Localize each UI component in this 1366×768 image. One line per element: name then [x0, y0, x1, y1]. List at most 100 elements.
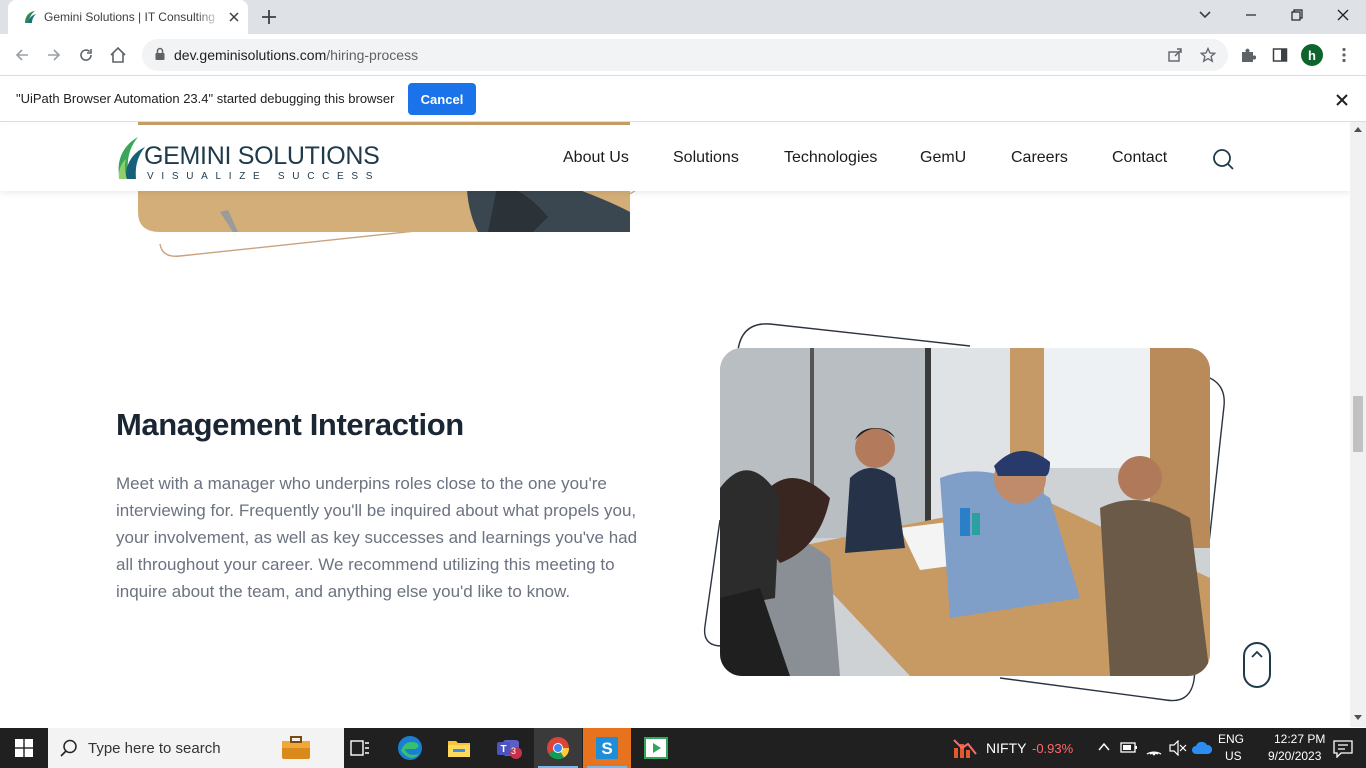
restore-icon: [1291, 9, 1303, 21]
battery-icon[interactable]: [1120, 740, 1138, 754]
puzzle-icon: [1242, 48, 1256, 62]
section-description: Meet with a manager who underpins roles …: [116, 474, 638, 601]
home-icon: [110, 46, 126, 63]
chevron-up-icon[interactable]: [1098, 742, 1110, 752]
volume-muted-icon[interactable]: [1169, 740, 1187, 756]
side-panel-button[interactable]: [1268, 43, 1292, 67]
management-interaction-photo: [700, 320, 1271, 705]
uipath-assistant-taskbar-app[interactable]: [632, 728, 680, 768]
logo-wordmark: GEMINI SOLUTIONS: [144, 142, 380, 170]
url-text[interactable]: dev.geminisolutions.com/hiring-process: [174, 47, 418, 63]
briefcase-icon[interactable]: [280, 736, 312, 760]
gemini-favicon-icon: [25, 11, 36, 23]
teams-icon: T: [497, 740, 522, 759]
file-explorer-taskbar-app[interactable]: [435, 728, 483, 768]
language-indicator-bottom[interactable]: US: [1225, 749, 1242, 763]
tab-search-button[interactable]: [1182, 0, 1228, 30]
teams-taskbar-app[interactable]: T 3: [485, 728, 533, 768]
chrome-icon: [547, 737, 570, 760]
system-tray: NIFTY -0.93% ENG US 12:27 PM 9/20/2023: [940, 728, 1366, 768]
web-page: GEMINI SOLUTIONS VISUALIZE SUCCESS About…: [0, 122, 1350, 727]
page-scrollbar[interactable]: [1350, 122, 1366, 727]
kebab-menu-icon: [1342, 47, 1346, 63]
stock-chart-icon[interactable]: [952, 736, 978, 760]
profile-avatar[interactable]: h: [1301, 44, 1323, 66]
clock-time[interactable]: 12:27 PM: [1274, 732, 1325, 746]
arrow-right-icon: [48, 49, 61, 61]
reload-icon: [80, 49, 92, 61]
folder-icon: [448, 741, 470, 757]
extensions-button[interactable]: [1236, 43, 1260, 67]
scroll-up-arrow-icon[interactable]: [1354, 126, 1362, 132]
windows-taskbar: Type here to search T 3 S NIFTY -0.93% E…: [0, 728, 1366, 768]
back-button[interactable]: [10, 43, 34, 67]
address-bar[interactable]: dev.geminisolutions.com/hiring-process: [142, 39, 1228, 71]
clock-date[interactable]: 9/20/2023: [1268, 749, 1321, 763]
arrow-left-icon: [15, 49, 28, 61]
nav-technologies[interactable]: Technologies: [784, 149, 877, 167]
side-panel-icon: [1272, 48, 1288, 62]
notifications-icon[interactable]: [1333, 740, 1353, 758]
windows-logo-icon: [15, 739, 33, 757]
browser-toolbar: dev.geminisolutions.com/hiring-process h: [0, 34, 1366, 76]
logo-tagline: VISUALIZE SUCCESS: [147, 171, 381, 182]
nav-contact[interactable]: Contact: [1112, 149, 1167, 167]
search-placeholder: Type here to search: [88, 740, 221, 757]
menu-button[interactable]: [1332, 43, 1356, 67]
scroll-down-arrow-icon[interactable]: [1354, 715, 1362, 721]
nav-about-us[interactable]: About Us: [563, 149, 629, 167]
tab-close-icon[interactable]: [226, 9, 242, 25]
home-button[interactable]: [106, 43, 130, 67]
search-icon[interactable]: [1212, 148, 1234, 170]
search-icon: [60, 739, 77, 757]
teams-badge: 3: [511, 746, 517, 756]
task-view-icon: [350, 740, 369, 756]
nifty-change[interactable]: -0.93%: [1032, 741, 1073, 756]
edge-icon: [398, 736, 422, 760]
restore-button[interactable]: [1274, 0, 1320, 30]
url-host: dev.geminisolutions.com: [174, 47, 327, 63]
nav-gemu[interactable]: GemU: [920, 149, 966, 167]
edge-taskbar-app[interactable]: [386, 728, 434, 768]
uipath-taskbar-app[interactable]: S: [583, 728, 631, 768]
svg-text:S: S: [601, 739, 612, 758]
share-icon[interactable]: [1167, 47, 1183, 63]
close-infobar-icon[interactable]: [1334, 92, 1350, 108]
onedrive-cloud-icon[interactable]: [1192, 741, 1212, 755]
wifi-icon[interactable]: [1145, 740, 1163, 756]
meeting-illustration: [720, 348, 1210, 676]
debugging-infobar: "UiPath Browser Automation 23.4" started…: [0, 77, 1366, 122]
site-header: GEMINI SOLUTIONS VISUALIZE SUCCESS About…: [0, 125, 1350, 191]
meeting-photo: [720, 348, 1210, 676]
language-indicator-top[interactable]: ENG: [1218, 732, 1244, 746]
chevron-up-icon: [1251, 650, 1263, 658]
play-window-icon: [644, 737, 668, 759]
task-view-button[interactable]: [336, 728, 384, 768]
nifty-label[interactable]: NIFTY: [986, 740, 1026, 756]
forward-button[interactable]: [42, 43, 66, 67]
bookmark-star-icon[interactable]: [1200, 47, 1216, 63]
new-tab-icon[interactable]: [260, 8, 278, 26]
nav-solutions[interactable]: Solutions: [673, 149, 739, 167]
scrollbar-thumb[interactable]: [1353, 396, 1363, 452]
tab-title: Gemini Solutions | IT Consulting: [44, 10, 215, 24]
gemini-logo[interactable]: GEMINI SOLUTIONS VISUALIZE SUCCESS: [116, 133, 380, 183]
taskbar-search-box[interactable]: Type here to search: [48, 728, 344, 768]
chrome-taskbar-app[interactable]: [534, 728, 582, 768]
scroll-to-top-button[interactable]: [1243, 642, 1271, 688]
minimize-button[interactable]: [1228, 0, 1274, 30]
tab-strip: Gemini Solutions | IT Consulting: [0, 0, 1366, 34]
close-window-button[interactable]: [1320, 0, 1366, 30]
leaf-logo-icon: [118, 137, 145, 179]
nav-careers[interactable]: Careers: [1011, 149, 1068, 167]
close-icon: [1337, 9, 1349, 21]
infobar-message: "UiPath Browser Automation 23.4" started…: [16, 91, 395, 106]
reload-button[interactable]: [74, 43, 98, 67]
url-path: /hiring-process: [326, 47, 419, 63]
cancel-debugging-button[interactable]: Cancel: [408, 83, 476, 115]
browser-tab[interactable]: Gemini Solutions | IT Consulting: [8, 0, 248, 34]
section-heading: Management Interaction: [116, 407, 464, 442]
lock-icon[interactable]: [154, 47, 166, 61]
minimize-icon: [1246, 14, 1256, 16]
start-button[interactable]: [0, 728, 48, 768]
